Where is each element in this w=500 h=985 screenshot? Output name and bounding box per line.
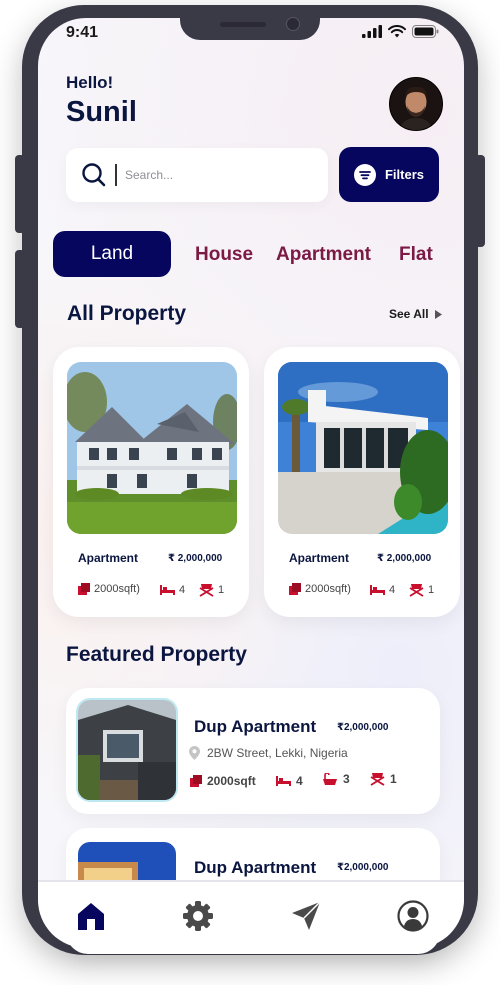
cross-tools-icon xyxy=(370,773,385,786)
property-beds-value: 4 xyxy=(179,584,186,596)
property-beds: 4 xyxy=(160,584,185,596)
tab-apartment[interactable]: Apartment xyxy=(276,244,371,266)
gear-icon xyxy=(183,901,213,931)
status-time: 9:41 xyxy=(66,24,99,41)
property-area: 2000sqft) xyxy=(78,583,140,595)
featured-baths-value: 3 xyxy=(343,772,350,786)
nav-home[interactable] xyxy=(75,900,107,932)
user-name: Sunil xyxy=(66,96,137,128)
area-icon xyxy=(78,583,90,595)
search-cursor xyxy=(115,164,117,186)
property-area: 2000sqft) xyxy=(289,583,351,595)
notch xyxy=(180,12,320,40)
featured-beds: 4 xyxy=(276,774,303,788)
search-bar[interactable]: Search... xyxy=(66,148,328,202)
property-baths: 1 xyxy=(199,583,224,597)
property-type: Apartment xyxy=(78,551,139,565)
featured-price: ₹2,000,000 xyxy=(337,862,389,873)
tab-flat[interactable]: Flat xyxy=(399,244,433,266)
property-baths-value: 1 xyxy=(428,584,435,596)
property-price: ₹ 2,000,000 xyxy=(168,553,223,564)
side-button-right xyxy=(475,155,485,247)
property-beds: 4 xyxy=(370,584,395,596)
featured-baths: 3 xyxy=(322,772,350,786)
property-type: Apartment xyxy=(289,551,350,565)
bed-icon xyxy=(276,776,291,786)
bath-icon xyxy=(409,584,424,597)
tab-land[interactable]: Land xyxy=(53,231,171,277)
home-icon xyxy=(78,903,104,930)
property-area-value: 2000sqft) xyxy=(94,583,140,595)
search-input[interactable]: Search... xyxy=(125,168,173,182)
nav-profile[interactable] xyxy=(397,900,429,932)
filters-label: Filters xyxy=(384,167,424,182)
greeting-text: Hello! xyxy=(66,73,114,92)
all-property-title: All Property xyxy=(67,302,187,325)
triangle-right-icon xyxy=(434,309,442,319)
tab-house[interactable]: House xyxy=(195,244,253,266)
featured-extra-value: 1 xyxy=(390,772,397,786)
location-pin-icon xyxy=(189,746,200,760)
status-icons xyxy=(362,25,439,38)
battery-icon xyxy=(412,25,439,38)
featured-property-title: Featured Property xyxy=(66,643,247,666)
property-area-value: 2000sqft) xyxy=(305,583,351,595)
send-icon xyxy=(292,901,321,930)
filter-icon xyxy=(353,163,376,186)
bath-icon xyxy=(199,584,214,597)
featured-area: 2000sqft xyxy=(190,774,256,788)
featured-name: Dup Apartment xyxy=(194,858,317,877)
see-all-label: See All xyxy=(389,307,429,321)
featured-area-value: 2000sqft xyxy=(207,774,256,788)
property-price: ₹ 2,000,000 xyxy=(377,553,432,564)
property-image-house xyxy=(67,362,237,534)
featured-extra: 1 xyxy=(370,772,397,786)
property-baths-value: 1 xyxy=(218,584,225,596)
featured-price: ₹2,000,000 xyxy=(337,722,389,733)
see-all-link[interactable]: See All xyxy=(389,307,443,321)
featured-address: 2BW Street, Lekki, Nigeria xyxy=(189,746,348,760)
nav-settings[interactable] xyxy=(182,900,214,932)
featured-name: Dup Apartment xyxy=(194,717,317,736)
bed-icon xyxy=(370,585,385,595)
property-image-villa xyxy=(278,362,448,534)
avatar[interactable] xyxy=(389,77,443,131)
property-card[interactable]: Apartment ₹ 2,000,000 2000sqft) 4 1 xyxy=(53,347,249,617)
property-baths: 1 xyxy=(409,583,434,597)
area-icon xyxy=(190,775,202,787)
area-icon xyxy=(289,583,301,595)
search-icon xyxy=(82,163,106,187)
avatar-image xyxy=(390,78,442,130)
property-beds-value: 4 xyxy=(389,584,396,596)
filters-button[interactable]: Filters xyxy=(339,147,439,202)
featured-beds-value: 4 xyxy=(296,774,303,788)
bottom-nav xyxy=(38,880,464,948)
property-card[interactable]: Apartment ₹ 2,000,000 2000sqft) 4 1 xyxy=(264,347,460,617)
signal-icon xyxy=(362,25,382,38)
featured-item[interactable]: Dup Apartment ₹2,000,000 2BW Street, Lek… xyxy=(66,688,440,814)
bathtub-icon xyxy=(323,772,337,785)
side-button-left-2 xyxy=(15,250,25,328)
profile-icon xyxy=(397,900,429,932)
wifi-icon xyxy=(388,25,406,38)
side-button-left-1 xyxy=(15,155,25,233)
featured-image xyxy=(78,700,176,800)
featured-address-text: 2BW Street, Lekki, Nigeria xyxy=(207,746,348,760)
bed-icon xyxy=(160,585,175,595)
nav-send[interactable] xyxy=(290,900,322,932)
